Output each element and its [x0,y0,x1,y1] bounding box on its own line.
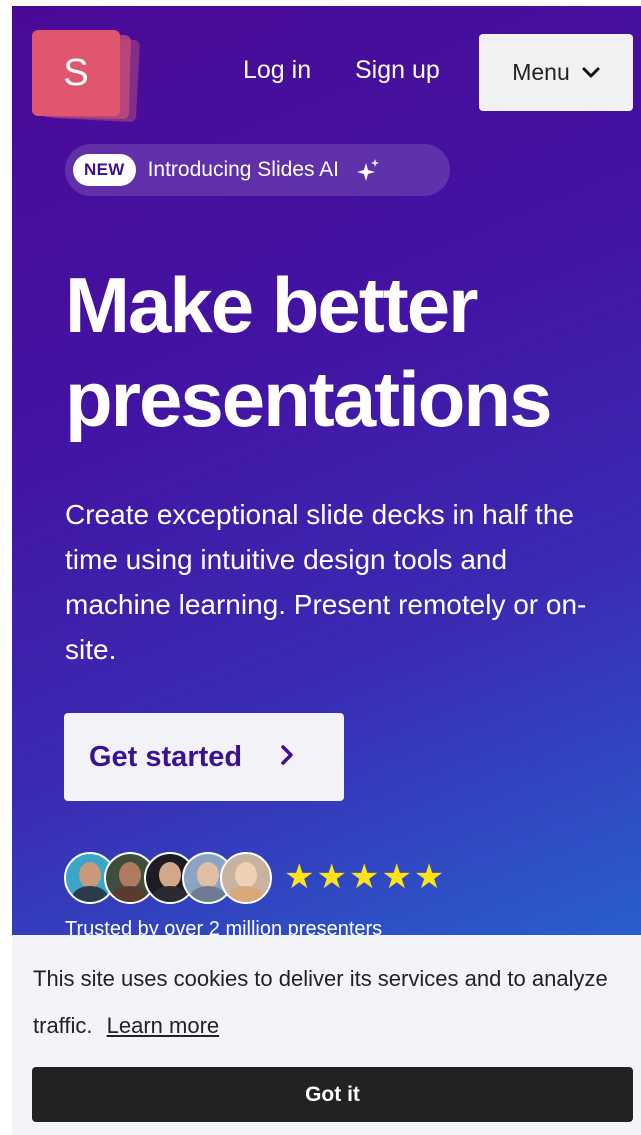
new-tag: NEW [73,154,136,186]
avatar [220,852,272,904]
headline-line-2: presentations [65,355,552,443]
sparkle-icon [357,159,380,181]
hero-subtext: Create exceptional slide decks in half t… [65,499,587,665]
chevron-right-icon [280,741,294,773]
logo-letter: S [63,51,89,94]
menu-button[interactable]: Menu [479,34,633,111]
presenter-avatars [64,852,284,904]
badge-text: Introducing Slides AI [147,158,340,181]
headline-line-1: Make better [65,261,478,349]
slides-logo[interactable]: S [32,30,141,124]
menu-label: Menu [512,59,570,85]
learn-more-link[interactable]: Learn more [107,1013,220,1038]
rating-stars: ★★★★★ [284,858,447,896]
chevron-down-icon [582,67,600,77]
page-headline: Make better presentations [65,258,641,446]
accept-cookies-button[interactable]: Got it [32,1067,633,1122]
ai-announcement-badge[interactable]: NEW Introducing Slides AI [65,144,450,196]
signup-link[interactable]: Sign up [355,56,440,85]
cookie-banner: This site uses cookies to deliver its se… [12,935,641,1135]
cookie-message: This site uses cookies to deliver its se… [33,955,633,1049]
login-link[interactable]: Log in [243,56,311,85]
get-started-button[interactable]: Get started [64,713,344,801]
cta-label: Get started [89,740,243,773]
